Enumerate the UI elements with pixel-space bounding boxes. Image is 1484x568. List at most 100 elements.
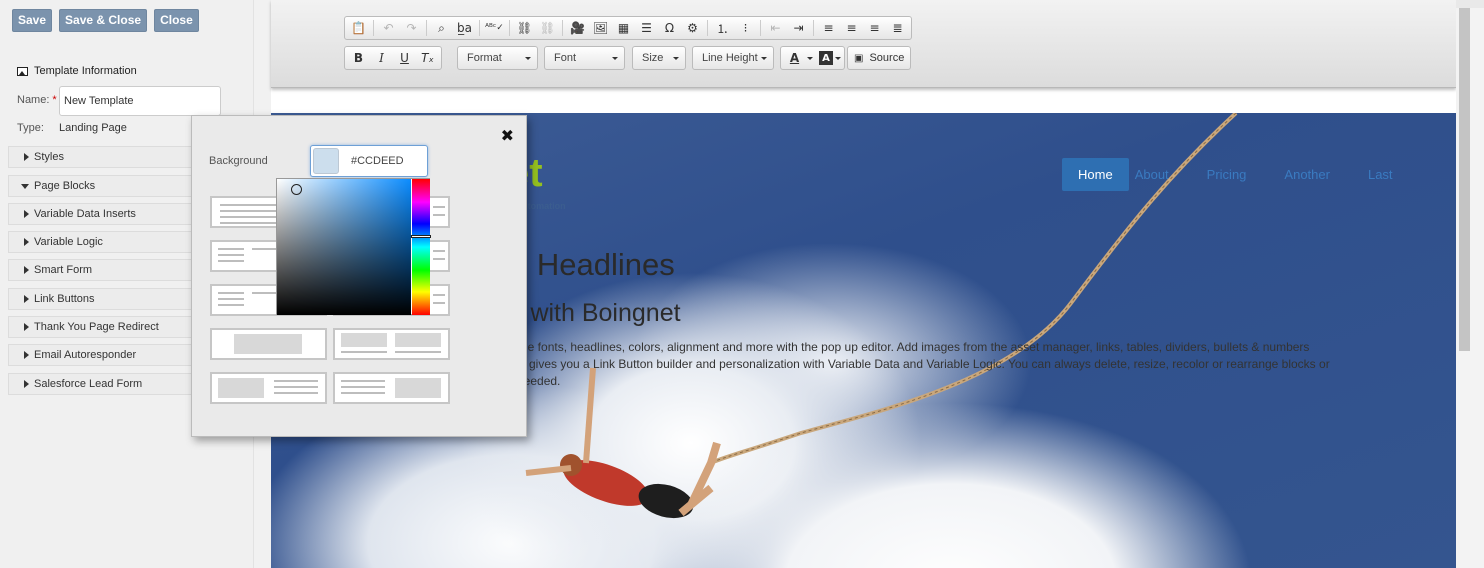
background-label: Background <box>209 155 268 167</box>
nav-home[interactable]: Home <box>1062 158 1129 191</box>
caret-down-icon <box>612 56 618 60</box>
hero-subheadline: s with Boingnet <box>511 299 681 327</box>
required-mark: * <box>52 94 57 106</box>
image-placeholder-icon <box>218 378 264 398</box>
caret-down-icon <box>525 56 531 60</box>
section-salesforce-lead-form[interactable]: Salesforce Lead Form <box>8 373 198 395</box>
align-right-icon[interactable]: ≡ <box>864 18 885 38</box>
chevron-right-icon <box>24 266 29 274</box>
saturation-value-area[interactable] <box>277 179 411 315</box>
section-page-blocks[interactable]: Page Blocks <box>8 175 198 197</box>
font-select[interactable]: Font <box>544 46 625 70</box>
caret-down-icon <box>673 56 679 60</box>
color-swatch[interactable] <box>313 148 339 174</box>
layout-option-8[interactable] <box>333 328 450 360</box>
line-height-select[interactable]: Line Height <box>692 46 774 70</box>
nav-about[interactable]: About <box>1135 158 1185 191</box>
layout-option-7[interactable] <box>210 328 327 360</box>
section-variable-logic[interactable]: Variable Logic <box>8 231 198 253</box>
type-value: Landing Page <box>59 122 127 134</box>
align-center-icon[interactable]: ≡ <box>841 18 862 38</box>
indent-icon[interactable]: ⇥ <box>788 18 809 38</box>
image-icon <box>17 66 28 76</box>
basic-style-group: B I U Tₓ <box>344 46 442 70</box>
paste-icon[interactable]: 📋 <box>348 18 369 38</box>
hue-slider-handle[interactable] <box>411 235 431 238</box>
image-insert-icon[interactable]: 🖼 <box>590 18 611 38</box>
justify-icon[interactable]: ≣ <box>887 18 908 38</box>
redo-icon[interactable]: ↷ <box>401 18 422 38</box>
chevron-right-icon <box>24 380 29 388</box>
hex-value[interactable]: #CCDEED <box>351 155 404 167</box>
format-select[interactable]: Format <box>457 46 538 70</box>
find-icon[interactable]: ⌕ <box>431 18 452 38</box>
color-picker <box>276 178 431 315</box>
video-icon[interactable]: 🎥 <box>567 18 588 38</box>
settings-icon[interactable]: ⚙ <box>682 18 703 38</box>
close-button[interactable]: Close <box>154 9 199 32</box>
bold-icon[interactable]: B <box>348 48 369 68</box>
unlink-icon[interactable]: ⛓ <box>537 18 558 38</box>
hero-paragraph: ge fonts, headlines, colors, alignment a… <box>517 340 1330 388</box>
hue-slider[interactable] <box>412 179 430 315</box>
chevron-right-icon <box>24 351 29 359</box>
layout-option-9[interactable] <box>210 372 327 404</box>
size-select[interactable]: Size <box>632 46 686 70</box>
source-icon: ▣ <box>854 52 864 64</box>
close-icon[interactable]: ✖ <box>501 126 514 145</box>
background-color-icon[interactable]: A <box>819 51 833 65</box>
undo-icon[interactable]: ↶ <box>378 18 399 38</box>
save-and-close-button[interactable]: Save & Close <box>59 9 148 32</box>
chevron-down-icon <box>21 183 29 189</box>
nav-another[interactable]: Another <box>1268 158 1346 191</box>
hero-headline: d Headlines <box>511 247 675 282</box>
nav-last[interactable]: Last <box>1352 158 1409 191</box>
replace-icon[interactable]: b̲a <box>454 18 475 38</box>
text-color-icon[interactable]: A <box>784 48 805 68</box>
source-button[interactable]: ▣ Source <box>847 46 912 70</box>
bullet-list-icon[interactable]: ⁝ <box>735 18 756 38</box>
chevron-right-icon <box>24 238 29 246</box>
link-icon[interactable]: ⛓ <box>514 18 535 38</box>
nav-pricing[interactable]: Pricing <box>1191 158 1263 191</box>
chevron-right-icon <box>24 323 29 331</box>
save-button[interactable]: Save <box>12 9 53 32</box>
background-color-field[interactable]: #CCDEED <box>310 145 428 177</box>
chevron-right-icon <box>24 210 29 218</box>
color-group: A A <box>780 46 845 70</box>
chevron-right-icon <box>24 153 29 161</box>
spellcheck-icon[interactable]: ᴬᴮᶜ✓ <box>484 18 505 38</box>
section-email-autoresponder[interactable]: Email Autoresponder <box>8 344 198 366</box>
name-label: Name: * <box>17 94 57 106</box>
scrollbar-thumb[interactable] <box>1459 8 1470 351</box>
align-left-icon[interactable]: ≡ <box>818 18 839 38</box>
image-placeholder-icon <box>341 333 387 347</box>
site-nav: Home About Pricing Another Last <box>1062 158 1415 191</box>
template-name-input[interactable] <box>59 86 221 116</box>
clipboard-group: 📋 ↶ ↷ ⌕ b̲a ᴬᴮᶜ✓ ⛓ ⛓ 🎥 🖼 ▦ ☰ Ω ⚙ ⒈ ⁝ ⇤ ⇥ <box>344 16 912 40</box>
editor-toolbar: 📋 ↶ ↷ ⌕ b̲a ᴬᴮᶜ✓ ⛓ ⛓ 🎥 🖼 ▦ ☰ Ω ⚙ ⒈ ⁝ ⇤ ⇥ <box>271 0 1456 88</box>
template-info-title: Template Information <box>34 65 137 77</box>
image-placeholder-icon <box>395 333 441 347</box>
remove-format-icon[interactable]: Tₓ <box>417 48 438 68</box>
numbered-list-icon[interactable]: ⒈ <box>712 18 733 38</box>
image-placeholder-icon <box>234 334 302 354</box>
special-char-icon[interactable]: Ω <box>659 18 680 38</box>
page-block-style-dialog: ✖ Background #CCDEED <box>191 115 527 437</box>
underline-icon[interactable]: U <box>394 48 415 68</box>
scrollbar-top <box>1456 0 1484 8</box>
outdent-icon[interactable]: ⇤ <box>765 18 786 38</box>
italic-icon[interactable]: I <box>371 48 392 68</box>
horizontal-line-icon[interactable]: ☰ <box>636 18 657 38</box>
table-icon[interactable]: ▦ <box>613 18 634 38</box>
caret-down-icon <box>761 56 767 60</box>
section-smart-form[interactable]: Smart Form <box>8 259 198 281</box>
section-variable-data-inserts[interactable]: Variable Data Inserts <box>8 203 198 225</box>
section-styles[interactable]: Styles <box>8 146 198 168</box>
type-label: Type: <box>17 122 44 134</box>
template-info-heading: Template Information <box>17 65 137 77</box>
section-link-buttons[interactable]: Link Buttons <box>8 288 198 310</box>
section-thank-you-redirect[interactable]: Thank You Page Redirect <box>8 316 198 338</box>
color-picker-cursor[interactable] <box>291 184 302 195</box>
layout-option-10[interactable] <box>333 372 450 404</box>
